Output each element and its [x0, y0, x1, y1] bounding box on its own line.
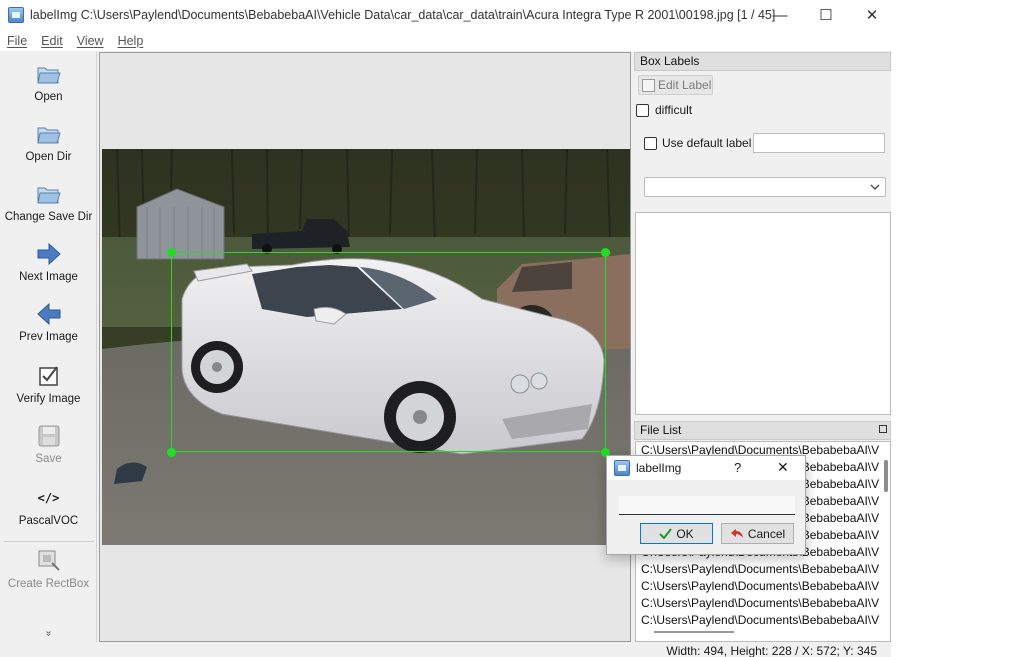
menu-help[interactable]: Help — [111, 34, 151, 48]
folder-open-icon — [36, 61, 62, 87]
menu-edit[interactable]: Edit — [34, 34, 70, 48]
dialog-ok-label: OK — [676, 526, 694, 541]
file-list-vertical-scrollbar[interactable] — [884, 460, 888, 492]
difficult-checkbox-row[interactable]: difficult — [636, 103, 692, 117]
open-button[interactable]: Open — [0, 61, 97, 103]
file-list-item[interactable]: C:\Users\Paylend\Documents\BebabebaAI\V — [636, 561, 890, 578]
next-image-button[interactable]: Next Image — [0, 241, 97, 283]
vehicle-photo — [102, 149, 630, 545]
title-bar: labelImg C:\Users\Paylend\Documents\Beba… — [0, 0, 891, 30]
create-rectbox-button[interactable]: Create RectBox — [0, 548, 97, 590]
labelimg-app-icon — [8, 7, 24, 23]
floppy-disk-icon — [36, 423, 62, 449]
change-save-dir-label: Change Save Dir — [4, 211, 93, 223]
prev-image-label: Prev Image — [19, 331, 78, 343]
prev-image-button[interactable]: Prev Image — [0, 301, 97, 343]
save-button[interactable]: Save — [0, 423, 97, 465]
dialog-title-bar: labelImg ? ✕ — [607, 456, 805, 480]
edit-label-text: Edit Label — [658, 78, 712, 92]
code-icon: </> — [37, 491, 60, 505]
file-list-item[interactable]: C:\Users\Paylend\Documents\BebabebaAI\V — [636, 578, 890, 595]
dialog-cancel-button[interactable]: Cancel — [721, 523, 794, 544]
label-select-combobox[interactable] — [644, 177, 886, 197]
window-title: labelImg C:\Users\Paylend\Documents\Beba… — [30, 8, 776, 22]
verify-image-label: Verify Image — [16, 393, 81, 405]
label-input[interactable] — [619, 496, 795, 515]
maximize-button[interactable]: ☐ — [803, 0, 849, 30]
dialog-ok-button[interactable]: OK — [640, 523, 713, 544]
image-canvas[interactable] — [99, 52, 631, 642]
difficult-checkbox[interactable] — [636, 103, 649, 117]
label-dialog: labelImg ? ✕ OK Cancel — [606, 455, 806, 555]
format-toggle-button[interactable]: </> PascalVOC — [0, 485, 97, 527]
default-label-input[interactable] — [753, 133, 885, 153]
bbox-handle-top-right[interactable] — [601, 248, 610, 257]
status-text: Width: 494, Height: 228 / X: 572; Y: 345 — [666, 644, 877, 657]
use-default-label-checkbox[interactable] — [644, 136, 657, 150]
dialog-cancel-label: Cancel — [747, 526, 786, 541]
annotation-bounding-box[interactable] — [171, 252, 606, 452]
checkbox-checked-icon — [36, 363, 62, 389]
folder-open-icon — [36, 121, 62, 147]
dialog-close-button[interactable]: ✕ — [777, 459, 789, 476]
float-dock-icon[interactable] — [879, 425, 887, 433]
change-save-dir-button[interactable]: Change Save Dir — [0, 181, 97, 223]
file-list-title: File List — [634, 421, 891, 440]
use-default-label-row[interactable]: Use default label — [644, 136, 751, 150]
tools-toolbar: Open Open Dir Change Save Dir Next Image… — [0, 52, 97, 642]
chevron-down-icon — [870, 184, 880, 190]
bbox-handle-top-left[interactable] — [167, 248, 176, 257]
menu-view[interactable]: View — [70, 34, 111, 48]
open-dir-button[interactable]: Open Dir — [0, 121, 97, 163]
file-list-item[interactable]: C:\Users\Paylend\Documents\BebabebaAI\V — [636, 612, 890, 629]
difficult-label: difficult — [655, 103, 693, 117]
edit-label-button[interactable]: Edit Label — [638, 75, 713, 95]
toolbar-separator — [4, 541, 94, 542]
bbox-handle-bottom-left[interactable] — [167, 448, 176, 457]
menu-file[interactable]: File — [0, 34, 34, 48]
rectbox-icon — [36, 548, 62, 574]
file-list-horizontal-scrollbar[interactable] — [654, 631, 734, 633]
menu-bar: File Edit View Help — [0, 30, 891, 51]
labelimg-app-icon — [614, 460, 630, 476]
minimize-button[interactable]: — — [757, 0, 803, 30]
next-image-label: Next Image — [19, 271, 78, 283]
edit-icon — [642, 78, 655, 92]
arrow-right-icon — [36, 241, 62, 267]
check-icon — [659, 528, 673, 539]
label-list[interactable] — [635, 212, 891, 415]
labelimg-window: labelImg C:\Users\Paylend\Documents\Beba… — [0, 0, 891, 657]
file-list-title-text: File List — [640, 423, 682, 437]
close-button[interactable]: ✕ — [849, 0, 895, 30]
folder-open-icon — [36, 181, 62, 207]
box-labels-title: Box Labels — [634, 52, 891, 71]
dialog-help-button[interactable]: ? — [734, 460, 741, 475]
use-default-label-text: Use default label — [662, 136, 752, 150]
save-label: Save — [35, 453, 62, 465]
format-label: PascalVOC — [18, 515, 79, 527]
open-label: Open — [34, 91, 63, 103]
status-bar: Width: 494, Height: 228 / X: 572; Y: 345 — [0, 642, 891, 657]
dialog-title: labelImg — [636, 461, 682, 475]
undo-arrow-icon — [730, 529, 743, 538]
file-list-item[interactable]: C:\Users\Paylend\Documents\BebabebaAI\V — [636, 595, 890, 612]
open-dir-label: Open Dir — [25, 151, 72, 163]
verify-image-button[interactable]: Verify Image — [0, 363, 97, 405]
arrow-left-icon — [36, 301, 62, 327]
